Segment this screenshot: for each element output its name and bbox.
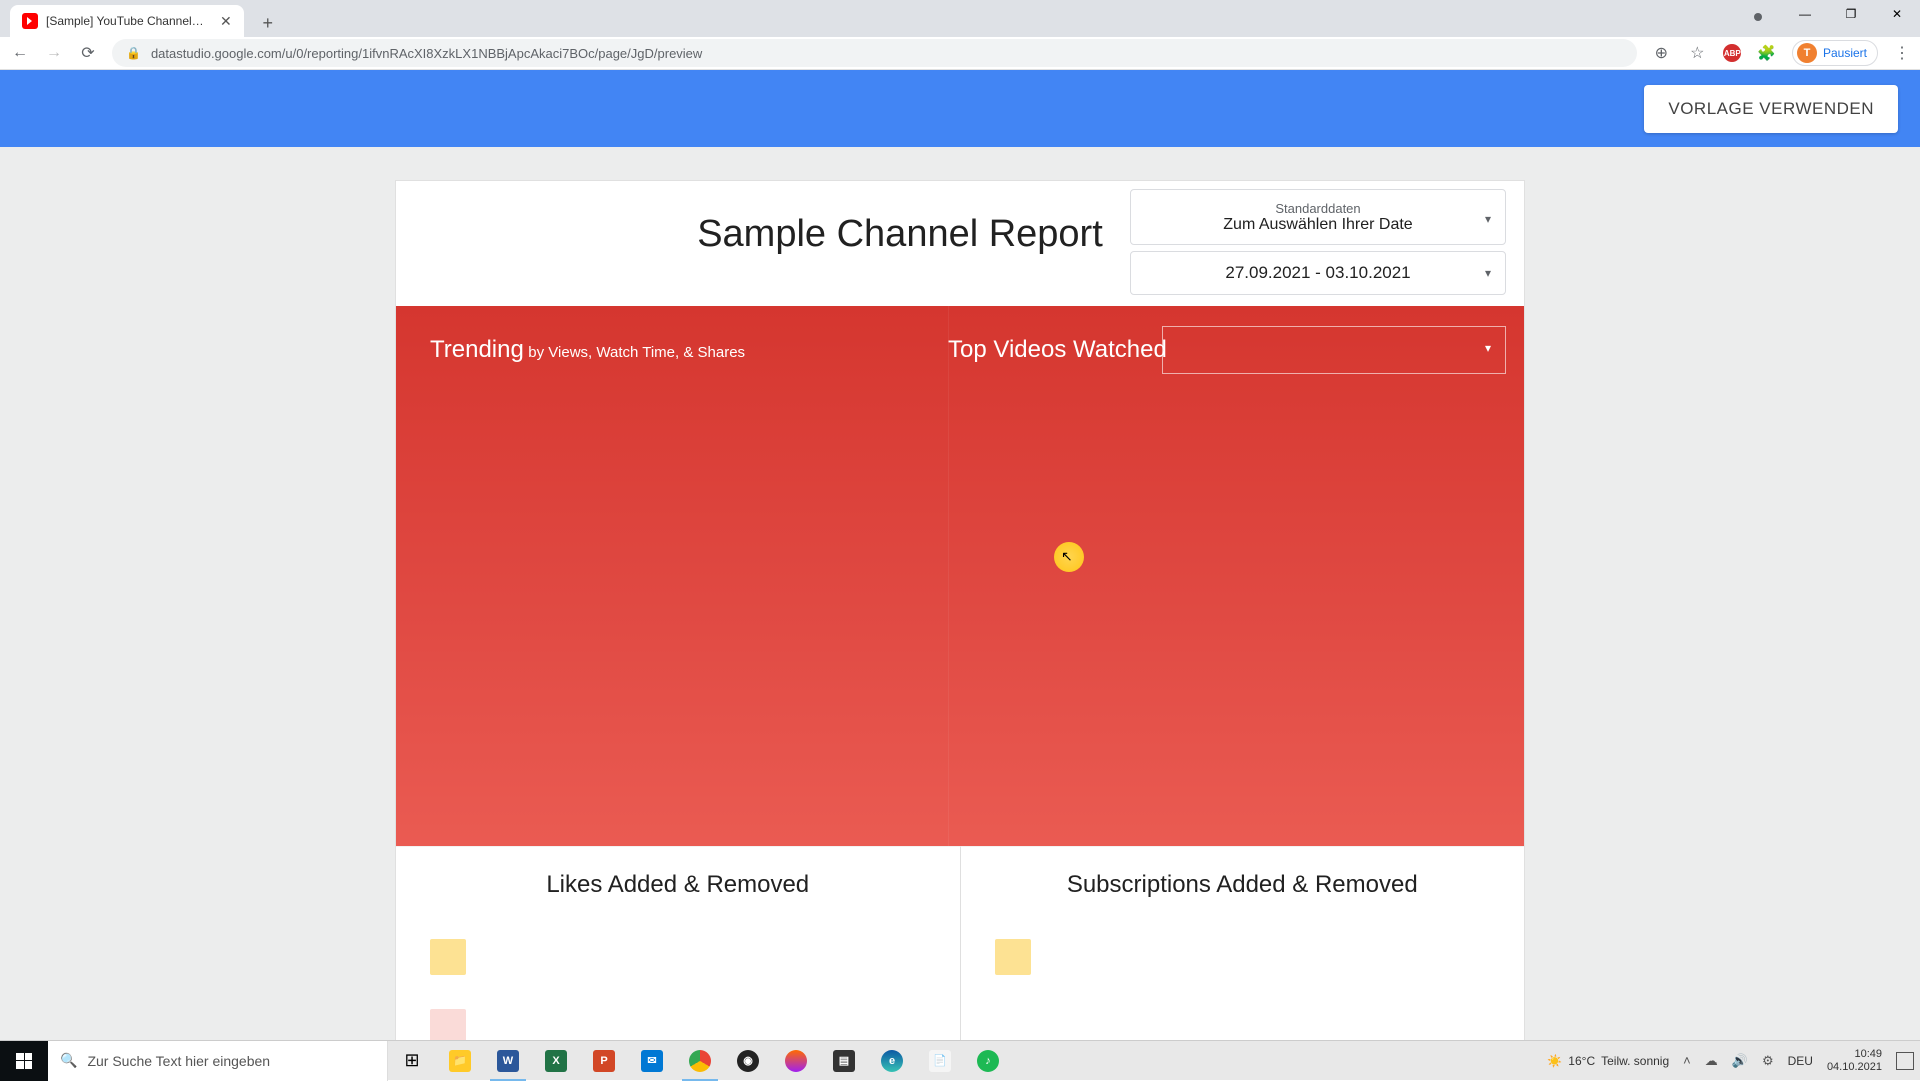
tray-date: 04.10.2021 <box>1827 1061 1882 1074</box>
likes-panel: Likes Added & Removed <box>396 846 961 1040</box>
taskbar-search[interactable]: 🔍 Zur Suche Text hier eingeben <box>48 1041 388 1081</box>
trending-subtitle: by Views, Watch Time, & Shares <box>528 344 745 361</box>
excel-icon[interactable]: X <box>532 1041 580 1081</box>
back-button[interactable]: ← <box>10 43 30 63</box>
app-icon-1[interactable] <box>772 1041 820 1081</box>
edge-icon[interactable]: e <box>868 1041 916 1081</box>
tray-chevron-up-icon[interactable]: ˄ <box>1683 1053 1691 1068</box>
obs-icon[interactable]: ◉ <box>724 1041 772 1081</box>
trending-heading: Trending by Views, Watch Time, & Shares <box>430 336 914 364</box>
report: Sample Channel Report Standarddaten Zum … <box>396 181 1524 1040</box>
metrics-row: Likes Added & Removed Subscriptions Adde… <box>396 846 1524 1040</box>
legend-swatch-added-icon <box>995 939 1031 975</box>
top-videos-title: Top Videos Watched <box>948 336 1167 364</box>
reload-button[interactable]: ⟳ <box>78 43 98 63</box>
profile-chip[interactable]: T Pausiert <box>1792 40 1878 66</box>
tray-time: 10:49 <box>1827 1048 1882 1061</box>
minimize-button[interactable]: — <box>1782 0 1828 28</box>
file-explorer-icon[interactable]: 📁 <box>436 1041 484 1081</box>
tray-clock[interactable]: 10:49 04.10.2021 <box>1827 1048 1882 1074</box>
date-range-dropdown[interactable]: 27.09.2021 - 03.10.2021 <box>1130 251 1506 295</box>
profile-label: Pausiert <box>1823 46 1867 60</box>
maximize-button[interactable]: ❐ <box>1828 0 1874 28</box>
use-template-button[interactable]: VORLAGE VERWENDEN <box>1644 85 1898 133</box>
system-tray: ☀️ 16°C Teilw. sonnig ˄ ☁ 🔊 ⚙ DEU 10:49 … <box>1547 1041 1920 1081</box>
powerpoint-icon[interactable]: P <box>580 1041 628 1081</box>
tray-language[interactable]: DEU <box>1788 1054 1813 1068</box>
zoom-icon[interactable]: ⊕ <box>1651 43 1671 63</box>
likes-title: Likes Added & Removed <box>430 871 926 899</box>
taskbar-apps: ⊞ 📁 W X P ✉ ◉ ▤ e 📄 ♪ <box>388 1041 1012 1081</box>
start-button[interactable] <box>0 1041 48 1081</box>
tray-volume-icon[interactable]: 🔊 <box>1732 1053 1748 1069</box>
tray-wifi-icon[interactable]: ⚙ <box>1762 1053 1774 1069</box>
top-videos-dropdown[interactable] <box>1162 326 1506 374</box>
notifications-icon[interactable] <box>1896 1052 1914 1070</box>
window-controls: — ❐ ✕ <box>1782 0 1920 28</box>
legend-swatch-added-icon <box>430 939 466 975</box>
notepad-icon[interactable]: 📄 <box>916 1041 964 1081</box>
address-bar: ← → ⟳ 🔒 datastudio.google.com/u/0/report… <box>0 37 1920 69</box>
trending-panel: Trending by Views, Watch Time, & Shares <box>396 306 948 846</box>
new-tab-button[interactable]: + <box>254 9 282 37</box>
search-placeholder: Zur Suche Text hier eingeben <box>87 1053 270 1069</box>
tab-strip: [Sample] YouTube Channel Repo ✕ + <box>0 0 1920 37</box>
browser-chrome: — ❐ ✕ [Sample] YouTube Channel Repo ✕ + … <box>0 0 1920 70</box>
report-header: Sample Channel Report Standarddaten Zum … <box>396 181 1524 306</box>
weather-widget[interactable]: ☀️ 16°C Teilw. sonnig <box>1547 1054 1669 1068</box>
chrome-notification-dot-icon <box>1754 13 1762 21</box>
weather-sun-icon: ☀️ <box>1547 1054 1562 1068</box>
url-input[interactable]: 🔒 datastudio.google.com/u/0/reporting/1i… <box>112 39 1637 67</box>
tab-close-icon[interactable]: ✕ <box>220 13 232 30</box>
browser-right-icons: ⊕ ☆ ABP 🧩 T Pausiert ⋮ <box>1651 40 1910 66</box>
browser-tab[interactable]: [Sample] YouTube Channel Repo ✕ <box>10 5 244 37</box>
forward-button[interactable]: → <box>44 43 64 63</box>
chrome-icon[interactable] <box>676 1041 724 1081</box>
trending-section: Trending by Views, Watch Time, & Shares … <box>396 306 1524 846</box>
bookmark-star-icon[interactable]: ☆ <box>1687 43 1707 63</box>
mail-icon[interactable]: ✉ <box>628 1041 676 1081</box>
weather-temp: 16°C <box>1568 1054 1595 1068</box>
subscriptions-title: Subscriptions Added & Removed <box>995 871 1491 899</box>
lock-icon: 🔒 <box>126 46 141 60</box>
close-button[interactable]: ✕ <box>1874 0 1920 28</box>
template-header-bar: VORLAGE VERWENDEN <box>0 70 1920 147</box>
abp-extension-icon[interactable]: ABP <box>1723 44 1741 62</box>
url-text: datastudio.google.com/u/0/reporting/1ifv… <box>151 46 702 61</box>
word-icon[interactable]: W <box>484 1041 532 1081</box>
tab-title: [Sample] YouTube Channel Repo <box>46 14 206 28</box>
data-source-label: Standarddaten <box>1145 201 1491 216</box>
likes-legend <box>430 939 926 1040</box>
top-videos-panel: Top Videos Watched <box>948 306 1524 846</box>
weather-desc: Teilw. sonnig <box>1601 1054 1669 1068</box>
data-source-value: Zum Auswählen Ihrer Date <box>1145 216 1491 234</box>
subscriptions-panel: Subscriptions Added & Removed <box>961 846 1525 1040</box>
youtube-favicon-icon <box>22 13 38 29</box>
app-icon-2[interactable]: ▤ <box>820 1041 868 1081</box>
taskbar: 🔍 Zur Suche Text hier eingeben ⊞ 📁 W X P… <box>0 1040 1920 1080</box>
tray-onedrive-icon[interactable]: ☁ <box>1705 1053 1718 1069</box>
extensions-puzzle-icon[interactable]: 🧩 <box>1757 44 1776 62</box>
chrome-menu-icon[interactable]: ⋮ <box>1894 43 1910 63</box>
data-source-dropdown[interactable]: Standarddaten Zum Auswählen Ihrer Date <box>1130 189 1506 245</box>
search-icon: 🔍 <box>60 1052 77 1069</box>
date-range-value: 27.09.2021 - 03.10.2021 <box>1225 263 1410 283</box>
spotify-icon[interactable]: ♪ <box>964 1041 1012 1081</box>
profile-avatar-icon: T <box>1797 43 1817 63</box>
legend-swatch-removed-icon <box>430 1009 466 1040</box>
windows-logo-icon <box>16 1053 32 1069</box>
report-canvas: Sample Channel Report Standarddaten Zum … <box>0 147 1920 1040</box>
trending-title: Trending <box>430 336 524 363</box>
task-view-button[interactable]: ⊞ <box>388 1041 436 1081</box>
subs-legend <box>995 939 1491 975</box>
